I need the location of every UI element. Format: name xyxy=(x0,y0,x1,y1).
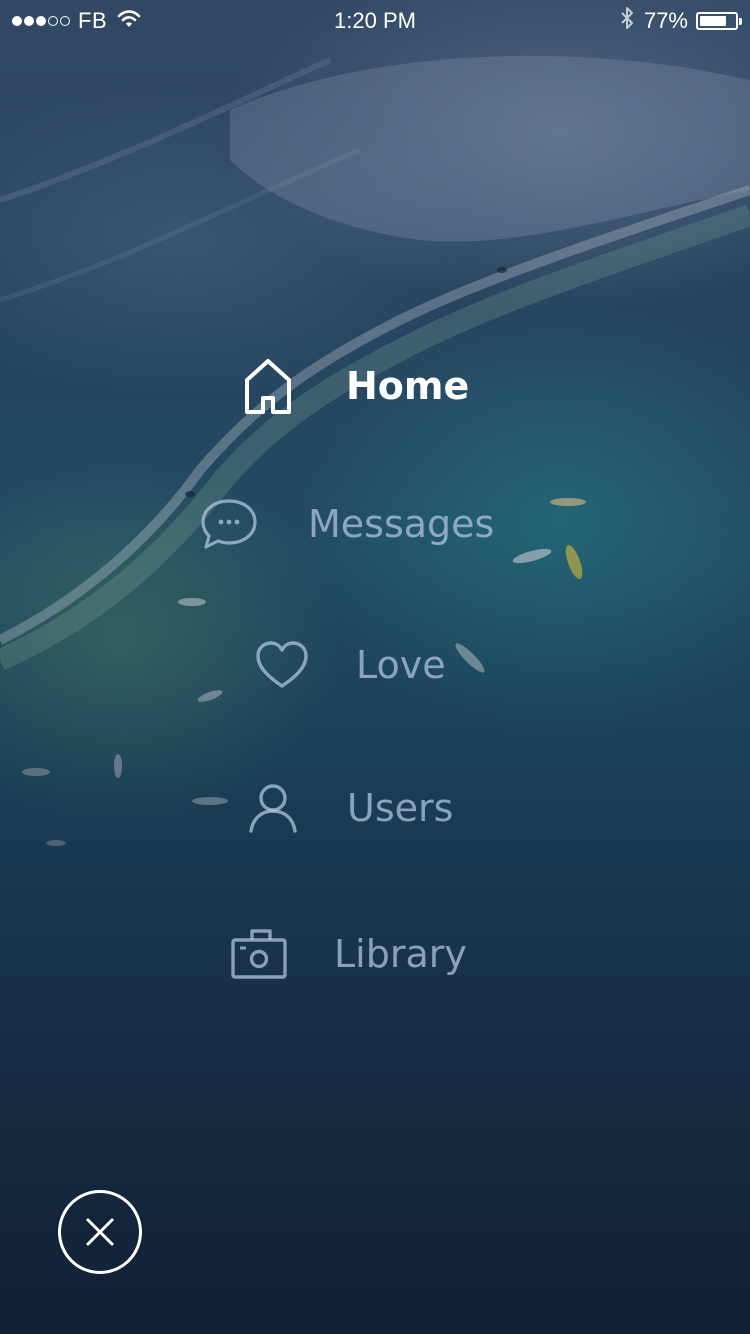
menu-item-label: Messages xyxy=(308,502,495,546)
heart-icon xyxy=(254,640,310,690)
menu-item-label: Library xyxy=(334,932,467,976)
menu-item-label: Love xyxy=(356,643,446,687)
menu-item-users[interactable]: Users xyxy=(247,782,453,834)
menu-item-library[interactable]: Library xyxy=(230,928,467,980)
chat-bubble-icon xyxy=(200,498,258,550)
camera-icon xyxy=(230,928,288,980)
menu-item-messages[interactable]: Messages xyxy=(200,498,494,550)
status-bar: FB 1:20 PM 77% xyxy=(0,0,750,42)
menu-item-label: Home xyxy=(346,364,470,408)
battery-icon xyxy=(696,12,742,30)
home-icon xyxy=(244,358,292,414)
menu-item-label: Users xyxy=(347,786,454,830)
status-right: 77% xyxy=(620,6,742,36)
close-button[interactable] xyxy=(58,1190,142,1274)
close-icon xyxy=(86,1218,114,1246)
bluetooth-icon xyxy=(620,6,634,36)
user-icon xyxy=(247,782,299,834)
battery-fill xyxy=(700,16,726,26)
menu-item-home[interactable]: Home xyxy=(244,358,469,414)
battery-percent: 77% xyxy=(643,8,688,33)
menu-item-love[interactable]: Love xyxy=(254,640,446,690)
